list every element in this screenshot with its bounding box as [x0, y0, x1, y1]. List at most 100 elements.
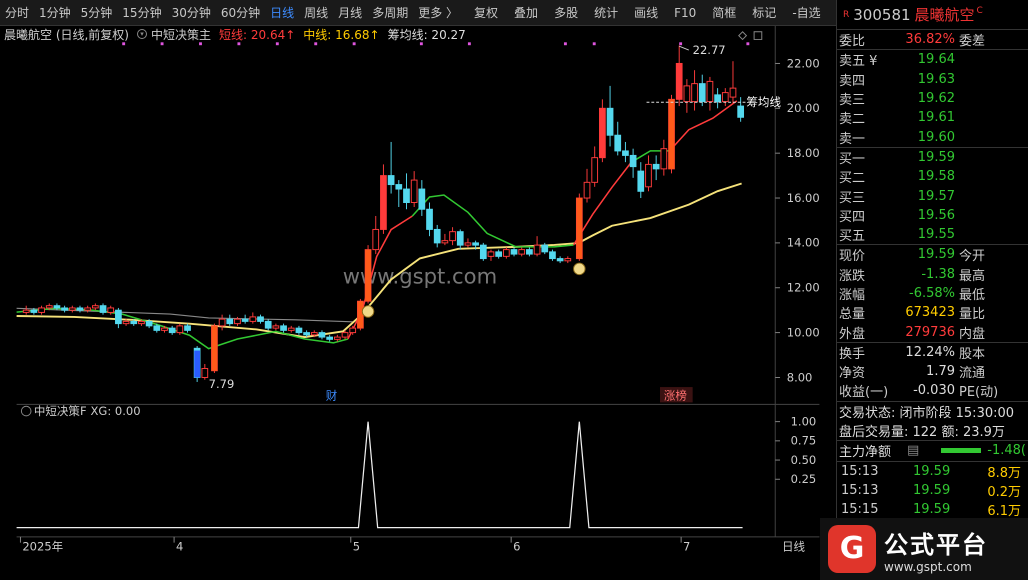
- signal-dot: [237, 42, 241, 46]
- tool-button-0[interactable]: 复权: [469, 0, 503, 26]
- candle-body: [737, 105, 745, 118]
- ask-row[interactable]: 卖三 19.62: [837, 89, 1028, 108]
- tool-button-3[interactable]: 统计: [589, 0, 623, 26]
- limit-up-candle: [365, 249, 371, 302]
- candle-body: [652, 163, 660, 170]
- candle-body: [645, 163, 652, 188]
- date-tick-label: 5: [353, 539, 360, 553]
- period-tab-9[interactable]: 多周期: [367, 0, 413, 26]
- signal-dot: [746, 42, 750, 46]
- ask-row[interactable]: 卖一 19.60: [837, 127, 1028, 147]
- limit-up-candle: [668, 99, 675, 169]
- candle-body: [38, 307, 45, 313]
- sub-indicator-name: 中短决策F: [34, 404, 87, 418]
- tool-button-1[interactable]: 叠加: [509, 0, 543, 26]
- candle-body: [249, 316, 257, 322]
- candle-body: [380, 175, 387, 230]
- candle-body: [168, 327, 176, 334]
- candle-body: [418, 188, 426, 210]
- signal-dot: [352, 42, 356, 46]
- period-tab-1[interactable]: 1分钟: [34, 0, 76, 26]
- sub-indicator-toggle-icon: [20, 405, 32, 417]
- after-hours: 盘后交易量: 122 额: 23.9万: [839, 425, 1005, 441]
- candle-body: [556, 258, 564, 262]
- candle-body: [622, 150, 629, 156]
- ask-row[interactable]: 卖二 19.61: [837, 108, 1028, 127]
- candle-body: [30, 309, 38, 313]
- candle-body: [226, 318, 234, 325]
- period-tab-8[interactable]: 月线: [333, 0, 367, 26]
- candle-body: [591, 157, 599, 183]
- net-inflow-row[interactable]: 主力净额 ▤ -1.48(: [837, 441, 1028, 460]
- candle-body: [464, 242, 472, 246]
- stat-row: 收益(一) -0.030 PE(动): [839, 383, 999, 401]
- zhangbang-tag: 涨榜: [664, 389, 687, 403]
- candle-body: [549, 251, 556, 260]
- candle-body: [272, 325, 280, 329]
- tool-button-8[interactable]: -自选: [787, 0, 825, 26]
- tick-row: 15:13 19.59 8.8万: [841, 463, 1021, 481]
- candle-body: [130, 320, 138, 325]
- candle-body: [184, 325, 191, 331]
- stat-row: 现价 19.59 今开: [839, 247, 986, 265]
- tool-button-6[interactable]: 简框: [707, 0, 741, 26]
- candle-body: [472, 242, 479, 246]
- trade-status: 交易状态: 闭市阶段 15:30:00: [839, 405, 1015, 421]
- candle-body: [403, 188, 410, 203]
- candle-body: [518, 249, 526, 255]
- candle-body: [91, 305, 99, 309]
- bid-row[interactable]: 买五 19.55: [837, 225, 1028, 244]
- xg-signal-line: [16, 421, 743, 529]
- period-tab-5[interactable]: 60分钟: [216, 0, 265, 26]
- tool-button-7[interactable]: 标记: [747, 0, 781, 26]
- ask-row[interactable]: 卖五 ¥19.64: [837, 50, 1028, 69]
- tool-button-2[interactable]: 多股: [549, 0, 583, 26]
- candle-body: [326, 336, 334, 340]
- candle-body: [45, 305, 53, 309]
- period-tab-0[interactable]: 分时: [0, 0, 34, 26]
- candle-body: [303, 332, 310, 336]
- period-tab-10[interactable]: 更多 〉: [413, 0, 463, 26]
- candle-body: [541, 244, 549, 253]
- bid-row[interactable]: 买三 19.57: [837, 186, 1028, 206]
- bid-row[interactable]: 买四 19.56: [837, 206, 1028, 225]
- sub-tick-label: 0.25: [791, 472, 817, 486]
- kline-chart[interactable]: 22.0020.0018.0016.0014.0012.0010.008.00w…: [0, 26, 836, 558]
- toolbar: 分时 1分钟 5分钟 15分钟 30分钟 60分钟 日线 周线 月线 多周期 更多 〉复权 叠加 多股统…: [0, 0, 861, 26]
- price-tick-label: 20.00: [787, 101, 820, 115]
- candle-body: [295, 327, 303, 334]
- bid-row[interactable]: 买一 19.59: [837, 148, 1028, 167]
- period-tab-3[interactable]: 15分钟: [117, 0, 166, 26]
- candle-body: [145, 320, 153, 327]
- period-tab-4[interactable]: 30分钟: [167, 0, 216, 26]
- signal-dot: [563, 42, 567, 46]
- candle-body: [310, 332, 318, 336]
- ask-row[interactable]: 卖四 19.63: [837, 70, 1028, 89]
- candle-body: [99, 305, 107, 313]
- tick-row: 15:15 19.59 6.1万: [841, 501, 1021, 519]
- candle-body: [599, 107, 606, 159]
- period-tab-6[interactable]: 日线: [265, 0, 299, 26]
- buy-signal-icon: [573, 262, 586, 276]
- candle-body: [614, 134, 622, 152]
- period-tab-2[interactable]: 5分钟: [76, 0, 118, 26]
- signal-dot: [275, 42, 279, 46]
- signal-dot: [419, 42, 423, 46]
- candle-body: [698, 83, 706, 103]
- candle-body: [410, 179, 418, 203]
- tool-button-5[interactable]: F10: [669, 0, 701, 26]
- sub-tick-label: 0.50: [791, 453, 817, 467]
- date-tick-label: 4: [176, 539, 183, 553]
- signal-dot: [314, 42, 318, 46]
- sub-tick-label: 1.00: [791, 414, 817, 428]
- bid-row[interactable]: 买二 19.58: [837, 167, 1028, 186]
- candle-body: [637, 170, 645, 192]
- candle-body: [176, 325, 184, 334]
- tool-button-4[interactable]: 画线: [629, 0, 663, 26]
- candle-body: [22, 309, 30, 313]
- candle-body: [433, 228, 441, 244]
- price-tick-label: 12.00: [787, 281, 820, 295]
- period-tab-7[interactable]: 周线: [299, 0, 333, 26]
- candle-body: [387, 175, 395, 186]
- candle-body: [161, 327, 168, 331]
